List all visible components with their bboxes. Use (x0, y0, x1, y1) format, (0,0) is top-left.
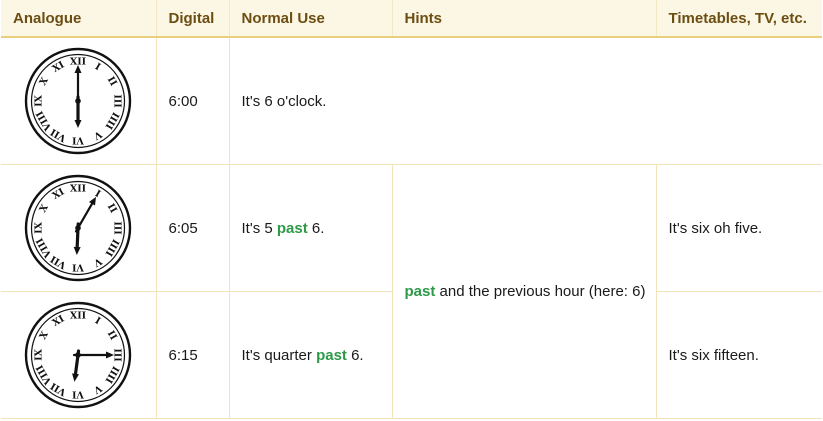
clock-numeral: VIII (34, 362, 55, 387)
clock-numeral: IX (34, 94, 45, 106)
analogue-cell: XII I II III IIII V VI VII VIII IX X XI (1, 164, 157, 292)
clock-numeral: IIII (103, 364, 122, 385)
clock-numeral: VIII (34, 108, 55, 133)
clock-numeral: XII (70, 184, 87, 195)
clock-center (75, 352, 82, 358)
past-keyword: past (316, 346, 347, 364)
timetable-cell: It's six fifteen. (656, 291, 822, 419)
clock-numeral: II (105, 329, 119, 343)
clock-numeral: III (112, 94, 123, 108)
clock-center (75, 225, 82, 231)
header-row: Analogue Digital Normal Use Hints Timeta… (1, 0, 822, 38)
digital-time: 6:05 (156, 164, 230, 292)
clock-numeral: IX (34, 348, 45, 360)
clock-numeral: VI (72, 262, 85, 273)
clock-numeral: IX (34, 221, 45, 233)
clock-icon: XII IIIIIIIIIIVVIVIIVIIIIXXXI (25, 47, 132, 155)
timetable-cell: It's six oh five. (656, 164, 822, 292)
clock-numeral: II (105, 202, 119, 216)
normal-use-text: It's 6 o'clock. (241, 92, 327, 110)
clock-numeral: X (38, 329, 52, 341)
normal-use-suffix: 6. (346, 346, 364, 364)
header-analogue: Analogue (1, 0, 157, 38)
time-expression-table: Analogue Digital Normal Use Hints Timeta… (1, 0, 822, 419)
clock-numeral: VI (72, 389, 85, 400)
clock-numeral: IIII (103, 110, 122, 131)
clock-icon: XII IIIIIIIIIIVVIVIIVIIIIXXXI (25, 174, 132, 282)
digital-time: 6:00 (156, 37, 230, 165)
hint-keyword: past (404, 283, 436, 300)
clock-numeral: XII (70, 311, 87, 322)
analogue-cell: XII I II III IIII V VI VII VIII IX X XI (1, 37, 157, 165)
clock-icon: XII IIIIIIIIIIVVIVIIVIIIIXXXI (25, 301, 132, 409)
clock-numeral: V (91, 128, 104, 142)
header-normal-use: Normal Use (229, 0, 393, 38)
normal-use-prefix: It's quarter (241, 346, 317, 364)
clock-numeral: II (105, 75, 119, 89)
digital-time: 6:15 (156, 291, 230, 419)
normal-use-cell: It's 5 past 6. (229, 164, 393, 292)
clock-numeral: X (38, 202, 52, 214)
table-row: XII I II III IIII V VI VII VIII IX X XI 6:05 It's 5… (1, 164, 822, 419)
clock-numeral: III (112, 221, 123, 235)
normal-use-prefix: It's 5 (241, 219, 277, 237)
normal-use-suffix: 6. (307, 219, 325, 237)
clock-numeral: VI (72, 135, 85, 146)
clock-numeral: I (93, 61, 103, 73)
header-timetables: Timetables, TV, etc. (656, 0, 822, 38)
clock-numeral: VIII (34, 235, 55, 260)
clock-center (75, 98, 82, 104)
analogue-cell: XII I II III IIII V VI VII VIII IX X XI (1, 291, 157, 419)
clock-numeral: I (93, 315, 103, 327)
normal-use-cell: It's quarter past 6. (229, 291, 393, 419)
hints-cell: past and the previous hour (here: 6) (392, 164, 657, 419)
table-row: XII I II III IIII V VI VII VIII IX X XI 6:00 It's 6… (1, 37, 822, 165)
clock-numeral: IIII (103, 237, 122, 258)
past-keyword: past (276, 219, 308, 237)
hint-text: and the previous hour (here: 6) (435, 283, 646, 300)
clock-numeral: V (91, 382, 104, 396)
header-digital: Digital (156, 0, 230, 38)
clock-numeral: V (91, 255, 104, 269)
normal-use-cell: It's 6 o'clock. (229, 37, 822, 165)
header-hints: Hints (392, 0, 657, 38)
clock-numeral: X (38, 75, 52, 87)
